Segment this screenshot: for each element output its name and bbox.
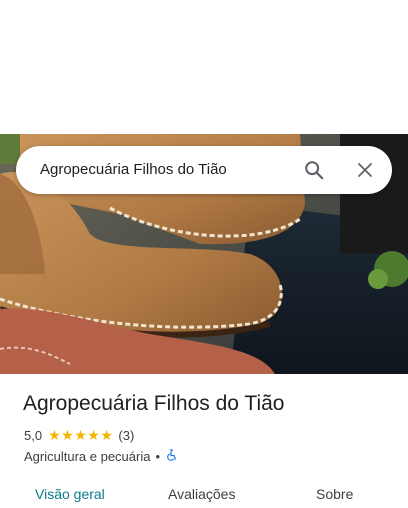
tab-overview[interactable]: Visão geral — [35, 480, 105, 508]
tab-reviews[interactable]: Avaliações — [168, 480, 235, 508]
rating-value: 5,0 — [24, 427, 43, 443]
star-icon: ★ — [100, 427, 113, 443]
close-icon[interactable] — [349, 154, 381, 186]
star-icon: ★ — [87, 427, 100, 443]
star-icon: ★ — [48, 427, 61, 443]
separator-dot: • — [155, 448, 161, 464]
reviews-count[interactable]: (3) — [118, 428, 134, 443]
star-icon: ★ — [61, 427, 74, 443]
tab-bar: Visão geral Avaliações Sobre — [0, 480, 408, 508]
place-title: Agropecuária Filhos do Tião — [23, 392, 285, 415]
tab-about[interactable]: Sobre — [316, 480, 353, 508]
wheelchair-icon[interactable] — [165, 448, 178, 465]
rating-stars: ★ ★ ★ ★ ★ — [48, 426, 113, 444]
category-row: Agricultura e pecuária • — [24, 447, 178, 465]
search-icon[interactable] — [298, 154, 330, 186]
search-bar[interactable]: Agropecuária Filhos do Tião — [16, 146, 392, 194]
rating-row[interactable]: 5,0 ★ ★ ★ ★ ★ (3) — [24, 426, 134, 444]
search-input[interactable]: Agropecuária Filhos do Tião — [40, 146, 227, 194]
star-icon: ★ — [74, 427, 87, 443]
place-category[interactable]: Agricultura e pecuária — [24, 449, 150, 464]
